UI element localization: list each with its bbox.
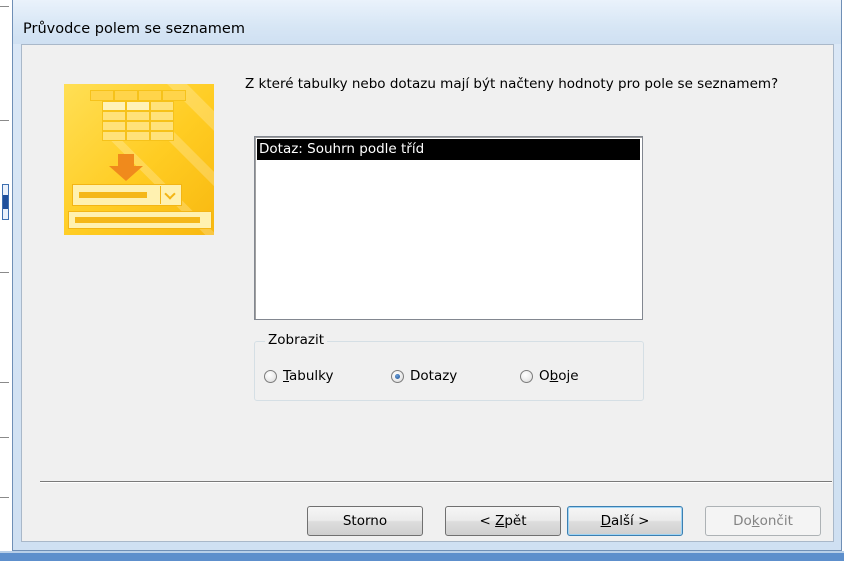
radio-both-label: Oboje bbox=[539, 368, 579, 384]
list-shape bbox=[68, 211, 212, 229]
cancel-button[interactable]: Storno bbox=[307, 506, 423, 536]
next-button[interactable]: Další > bbox=[567, 506, 683, 536]
background-selection-marker bbox=[2, 184, 9, 220]
dialog-titlebar[interactable]: Průvodce polem se seznamem bbox=[13, 0, 841, 44]
radio-tables-label: Tabulky bbox=[283, 368, 334, 384]
dialog-title: Průvodce polem se seznamem bbox=[23, 21, 245, 37]
list-item[interactable]: Dotaz: Souhrn podle tříd bbox=[257, 139, 640, 160]
radio-button-checked[interactable] bbox=[391, 369, 404, 383]
wizard-question: Z které tabulky nebo dotazu mají být nač… bbox=[245, 76, 779, 92]
radio-button[interactable] bbox=[264, 369, 277, 383]
view-group-label: Zobrazit bbox=[265, 332, 328, 348]
background-window-edge bbox=[0, 0, 12, 561]
background-tick bbox=[0, 6, 9, 7]
background-tick bbox=[0, 497, 9, 498]
finish-button[interactable]: Do k ončit bbox=[705, 506, 821, 536]
combo-box-wizard-illustration-icon bbox=[64, 84, 214, 235]
radio-queries-label: Dotazy bbox=[410, 368, 458, 384]
radio-tables[interactable]: Tabulky bbox=[264, 367, 334, 385]
background-tick bbox=[0, 272, 9, 273]
background-tick bbox=[0, 120, 9, 121]
combo-box-wizard-dialog: Průvodce polem se seznamem Z které tabul… bbox=[12, 0, 842, 551]
source-listbox[interactable]: Dotaz: Souhrn podle tříd bbox=[254, 136, 643, 320]
background-taskbar bbox=[0, 553, 844, 561]
dialog-client-area: Z které tabulky nebo dotazu mají být nač… bbox=[21, 44, 834, 542]
chevron-down-icon bbox=[160, 186, 181, 204]
background-tick bbox=[0, 437, 9, 438]
down-arrow-icon bbox=[109, 166, 143, 181]
screen: Průvodce polem se seznamem Z které tabul… bbox=[0, 0, 844, 561]
radio-queries[interactable]: Dotazy bbox=[391, 367, 457, 385]
radio-button[interactable] bbox=[520, 369, 533, 383]
combo-shape bbox=[72, 184, 182, 206]
radio-both[interactable]: Oboje bbox=[520, 367, 579, 385]
footer-separator-highlight bbox=[40, 482, 832, 483]
back-button[interactable]: < Zpět bbox=[445, 506, 561, 536]
background-tick bbox=[0, 382, 9, 383]
